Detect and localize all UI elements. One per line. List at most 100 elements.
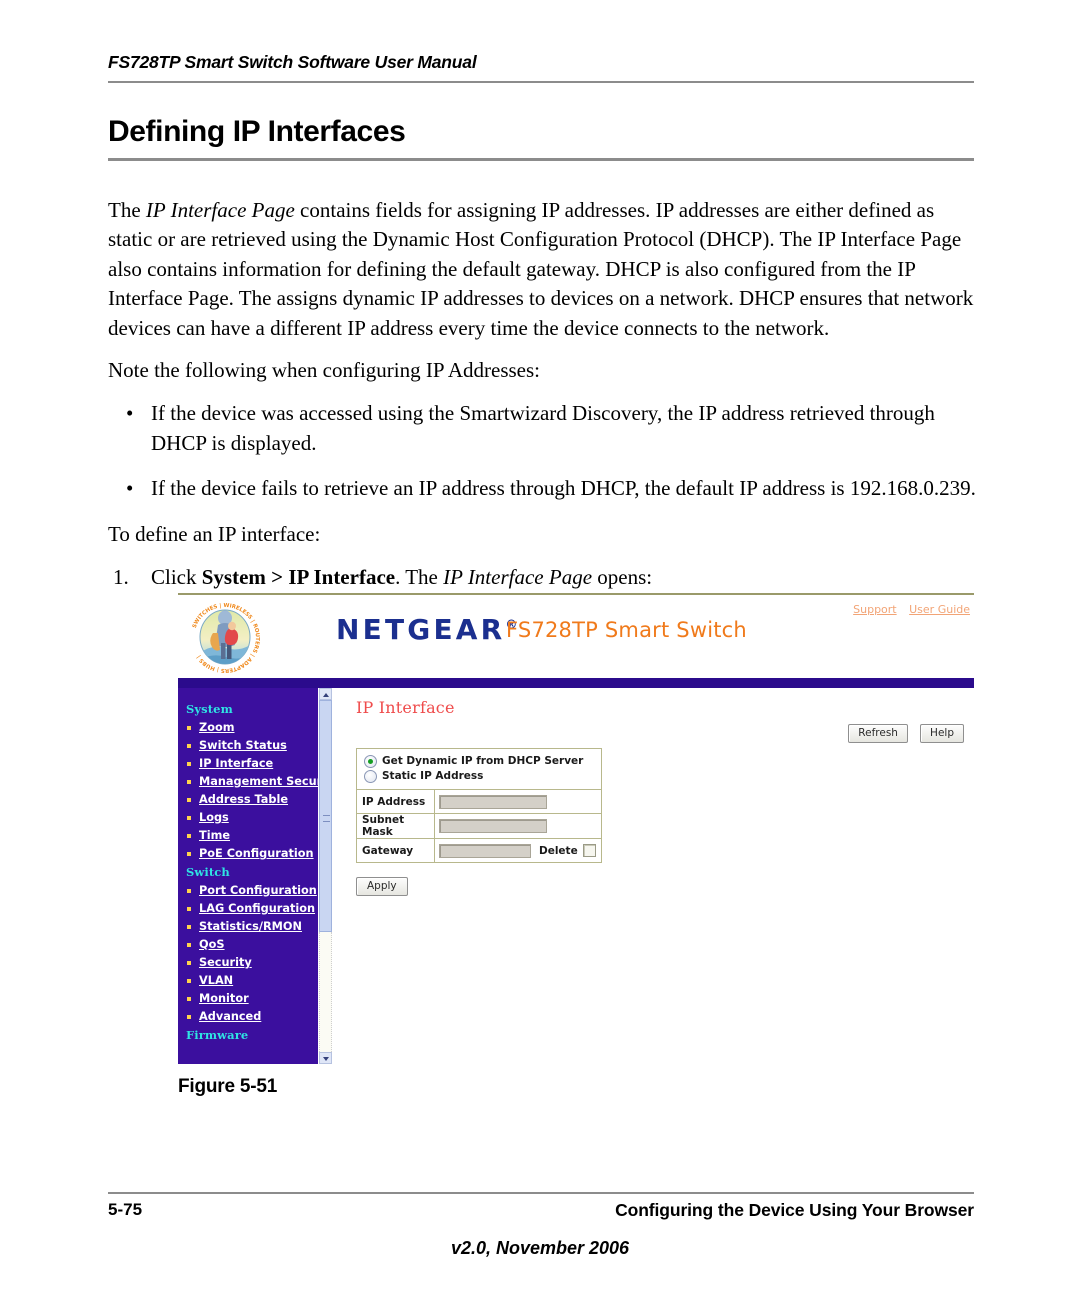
netgear-logo-icon: SWITCHES | WIRELESS | ROUTERS | ADAPTERS… [188, 601, 262, 673]
delete-checkbox[interactable] [582, 844, 596, 857]
list-item: • If the device was accessed using the S… [108, 399, 980, 458]
page-header: FS728TP Smart Switch Software User Manua… [108, 52, 974, 83]
bullet-square-icon [187, 961, 191, 965]
sidebar-item-label: Advanced [199, 1010, 262, 1023]
sidebar-item-label: VLAN [199, 974, 234, 987]
gateway-label: Gateway [357, 839, 435, 862]
sidebar-item-management-security[interactable]: Management Security [178, 773, 339, 791]
gateway-cell: Delete [435, 839, 601, 862]
bullet-square-icon [187, 943, 191, 947]
user-guide-link[interactable]: User Guide [909, 603, 970, 616]
delete-label: Delete [539, 844, 578, 857]
sidebar-item-label: PoE Configuration [199, 847, 314, 860]
bullet-square-icon [187, 907, 191, 911]
ip-address-input[interactable] [439, 794, 547, 809]
sidebar-item-label: Statistics/RMON [199, 920, 302, 933]
panel-title: IP Interface [356, 698, 455, 717]
help-button[interactable]: Help [920, 724, 964, 743]
intro-emphasis: IP Interface Page [145, 198, 295, 222]
product-model-label: FS728TP Smart Switch [506, 618, 747, 642]
bullet-square-icon [187, 762, 191, 766]
ip-interface-form: Get Dynamic IP from DHCP Server Static I… [356, 748, 602, 863]
step-text-a: Click [151, 565, 202, 590]
list-item-text: If the device was accessed using the Sma… [151, 401, 935, 455]
sidebar-item-poe-configuration[interactable]: PoE Configuration [178, 845, 318, 863]
sidebar-group-firmware: Firmware [186, 1028, 249, 1042]
app-header: SWITCHES | WIRELESS | ROUTERS | ADAPTERS… [178, 595, 974, 677]
radio-option-static[interactable]: Static IP Address [364, 769, 595, 784]
sidebar-item-statistics-rmon[interactable]: Statistics/RMON [178, 918, 318, 936]
bullet-icon: • [126, 476, 134, 501]
note-line: Note the following when configuring IP A… [108, 358, 540, 383]
bullet-icon: • [126, 401, 134, 426]
bullet-square-icon [187, 925, 191, 929]
radio-static-icon[interactable] [364, 770, 377, 783]
step-menu-path: System > IP Interface [201, 565, 396, 590]
bullet-square-icon [187, 744, 191, 748]
footer-version: v2.0, November 2006 [450, 1238, 630, 1258]
bullet-square-icon [187, 852, 191, 856]
step-page-name: IP Interface Page [443, 565, 593, 590]
app-body: System Zoom Switch Status IP Interface M… [178, 688, 974, 1064]
scrollbar-thumb[interactable] [319, 700, 332, 932]
sidebar-item-security[interactable]: Security [178, 954, 318, 972]
bullet-square-icon [187, 780, 191, 784]
sidebar-item-switch-status[interactable]: Switch Status [178, 737, 318, 755]
ip-mode-radio-group: Get Dynamic IP from DHCP Server Static I… [357, 749, 601, 790]
sidebar-item-monitor[interactable]: Monitor [178, 990, 318, 1008]
sidebar-item-label: QoS [199, 938, 225, 951]
app-top-links: Support User Guide [844, 603, 970, 616]
sidebar-item-label: Port Configuration [199, 884, 317, 897]
figure-caption: Figure 5-51 [178, 1076, 278, 1097]
refresh-button[interactable]: Refresh [848, 724, 908, 743]
sidebar-item-time[interactable]: Time [178, 827, 318, 845]
sidebar-item-label: Monitor [199, 992, 249, 1005]
navy-divider-band [178, 677, 974, 688]
sidebar-item-vlan[interactable]: VLAN [178, 972, 318, 990]
bullet-square-icon [187, 798, 191, 802]
running-head: FS728TP Smart Switch Software User Manua… [108, 52, 477, 72]
sidebar-item-zoom[interactable]: Zoom [178, 719, 318, 737]
page-title: Defining IP Interfaces [108, 115, 406, 148]
support-link[interactable]: Support [853, 603, 896, 616]
bullet-square-icon [187, 726, 191, 730]
sidebar-item-qos[interactable]: QoS [178, 936, 318, 954]
sidebar-item-address-table[interactable]: Address Table [178, 791, 318, 809]
sidebar-item-lag-configuration[interactable]: LAG Configuration [178, 900, 318, 918]
radio-dhcp-icon[interactable] [364, 755, 377, 768]
bullet-square-icon [187, 816, 191, 820]
step-text-c: opens: [592, 565, 653, 590]
title-rule [108, 158, 974, 161]
sidebar-item-label: Logs [199, 811, 229, 824]
bullet-square-icon [187, 1015, 191, 1019]
procedure-step-list: 1. Click System > IP Interface. The IP I… [108, 563, 980, 592]
vertical-scrollbar[interactable] [318, 688, 332, 1064]
netgear-wordmark: NETGEAR® [336, 613, 518, 646]
sidebar-item-ip-interface[interactable]: IP Interface [178, 755, 318, 773]
to-define-line: To define an IP interface: [108, 521, 321, 546]
list-item: 1. Click System > IP Interface. The IP I… [108, 563, 980, 592]
bullet-square-icon [187, 979, 191, 983]
sidebar-group-system: System [186, 702, 233, 716]
table-row: IP Address [357, 790, 601, 814]
apply-button[interactable]: Apply [356, 877, 408, 896]
radio-option-dhcp[interactable]: Get Dynamic IP from DHCP Server [364, 754, 595, 769]
sidebar-item-logs[interactable]: Logs [178, 809, 318, 827]
header-rule [108, 81, 974, 83]
subnet-mask-cell [435, 814, 601, 838]
scrollbar-track[interactable] [319, 932, 332, 1052]
ip-address-label: IP Address [357, 790, 435, 813]
step-number: 1. [113, 565, 129, 590]
list-item: • If the device fails to retrieve an IP … [108, 474, 980, 503]
gateway-input[interactable] [439, 843, 531, 858]
sidebar-item-port-configuration[interactable]: Port Configuration [178, 882, 318, 900]
scroll-up-arrow-icon[interactable] [319, 688, 332, 700]
scroll-down-arrow-icon[interactable] [319, 1052, 332, 1064]
intro-text-a: The [108, 198, 146, 222]
subnet-mask-input[interactable] [439, 819, 547, 833]
sidebar-item-advanced[interactable]: Advanced [178, 1008, 318, 1026]
bullet-square-icon [187, 889, 191, 893]
footer-rule [108, 1192, 974, 1194]
step-text-b: . The [395, 565, 444, 590]
sidebar: System Zoom Switch Status IP Interface M… [178, 688, 339, 1064]
